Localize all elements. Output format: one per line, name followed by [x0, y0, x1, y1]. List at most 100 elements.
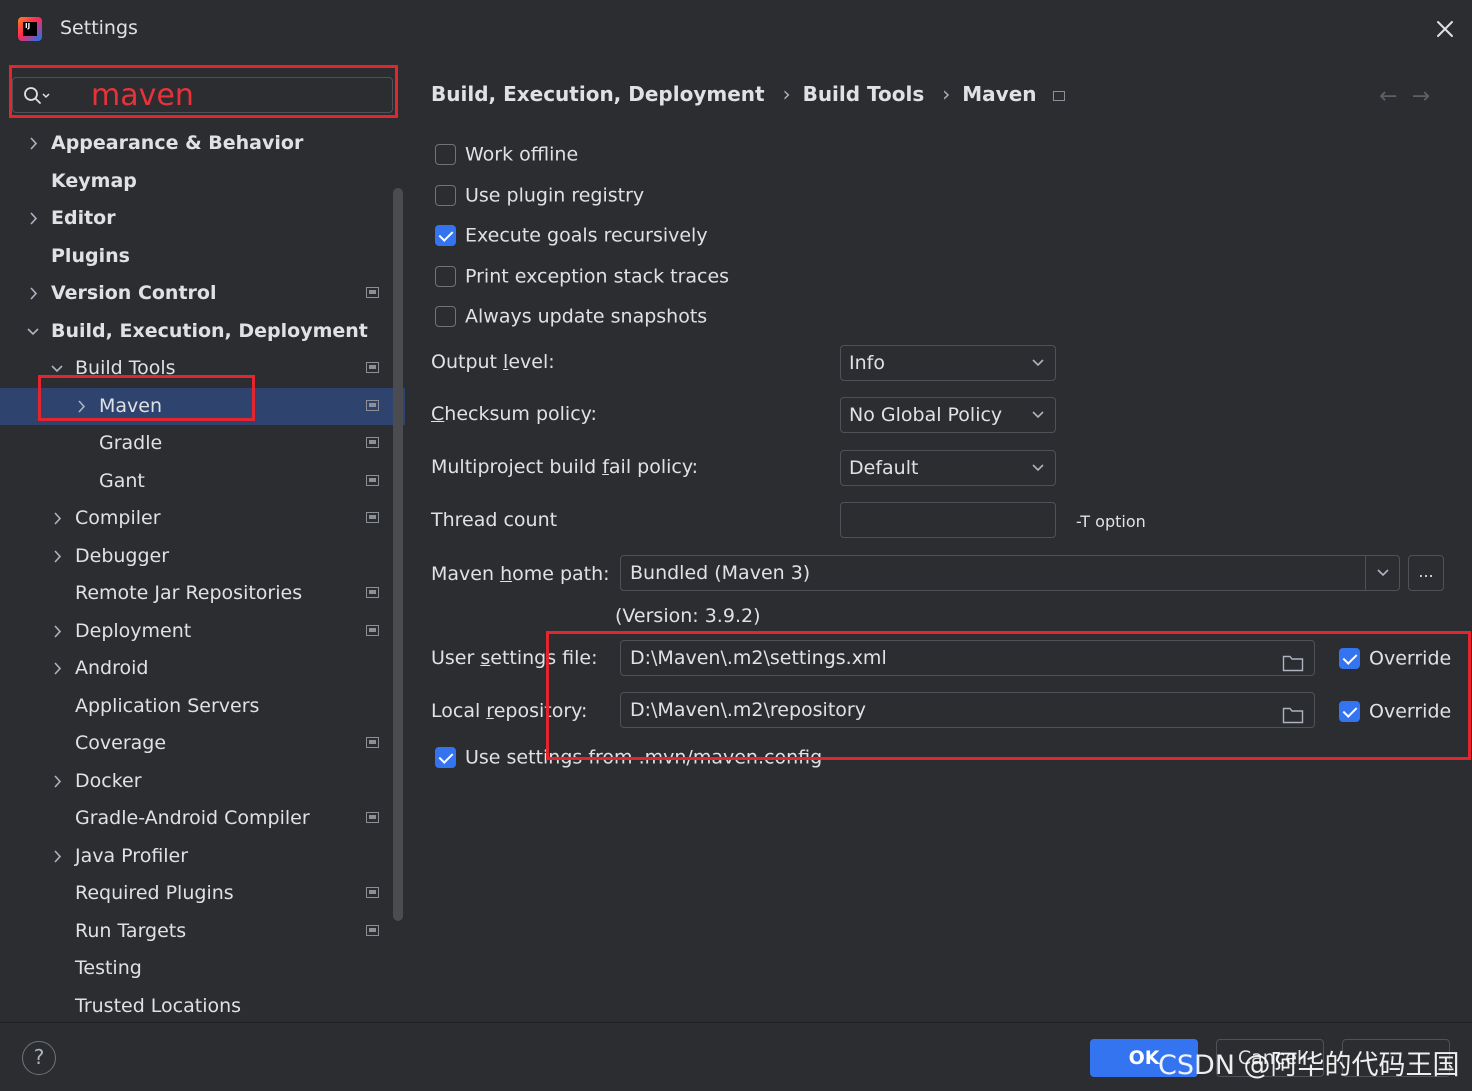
- label-text: ettings file:: [490, 647, 598, 669]
- work-offline-checkbox[interactable]: Work offline: [435, 143, 578, 166]
- checkbox-label: Override: [1369, 700, 1452, 723]
- chevron-right-icon[interactable]: [74, 388, 88, 425]
- help-button[interactable]: ?: [22, 1041, 56, 1075]
- sidebar-item[interactable]: Testing: [0, 950, 405, 987]
- breadcrumb-item[interactable]: Build Tools: [803, 82, 925, 106]
- sidebar-item[interactable]: Maven: [0, 387, 405, 425]
- label-text: Local: [431, 700, 487, 722]
- mnemonic: s: [480, 647, 491, 669]
- sidebar-scrollbar[interactable]: [393, 188, 403, 921]
- checkbox-box[interactable]: [435, 185, 456, 206]
- checkbox-box[interactable]: [435, 144, 456, 165]
- project-scope-icon: [366, 362, 379, 373]
- sidebar-item[interactable]: Application Servers: [0, 688, 405, 725]
- sidebar-item-label: Gradle: [99, 432, 163, 454]
- sidebar-item[interactable]: Editor: [0, 200, 405, 237]
- checkbox-box[interactable]: [435, 747, 456, 768]
- chevron-down-icon[interactable]: [26, 313, 40, 350]
- sidebar-item[interactable]: Deployment: [0, 613, 405, 650]
- checksum-policy-dropdown[interactable]: No Global Policy: [840, 397, 1056, 433]
- plugin-registry-checkbox[interactable]: Use plugin registry: [435, 184, 644, 207]
- back-arrow-icon[interactable]: ←: [1379, 84, 1411, 109]
- folder-icon[interactable]: [1282, 701, 1304, 724]
- project-scope-icon: [366, 812, 379, 823]
- sidebar-item[interactable]: Java Profiler: [0, 838, 405, 875]
- settings-search-input[interactable]: [91, 78, 381, 112]
- chevron-right-icon[interactable]: [26, 200, 40, 237]
- sidebar-item[interactable]: Gradle: [0, 425, 405, 462]
- chevron-right-icon[interactable]: [26, 275, 40, 312]
- chevron-right-icon[interactable]: [50, 650, 64, 687]
- project-scope-icon: [366, 924, 379, 936]
- sidebar-item[interactable]: Docker: [0, 763, 405, 800]
- sidebar-item[interactable]: Trusted Locations: [0, 988, 405, 1025]
- checkbox-box[interactable]: [435, 306, 456, 327]
- sidebar-item[interactable]: Build, Execution, Deployment: [0, 313, 405, 350]
- sidebar-item[interactable]: Required Plugins: [0, 875, 405, 912]
- sidebar-item[interactable]: Version Control: [0, 275, 405, 312]
- browse-maven-home-button[interactable]: ...: [1408, 555, 1444, 591]
- sidebar-item[interactable]: Appearance & Behavior: [0, 125, 405, 162]
- maven-version-label: (Version: 3.9.2): [615, 605, 761, 627]
- sidebar-item[interactable]: Keymap: [0, 163, 405, 200]
- settings-search-box[interactable]: [12, 77, 393, 113]
- forward-arrow-icon[interactable]: →: [1412, 84, 1444, 109]
- sidebar-item[interactable]: Compiler: [0, 500, 405, 537]
- search-icon[interactable]: [23, 86, 53, 110]
- checkbox-box[interactable]: [435, 225, 456, 246]
- chevron-right-icon[interactable]: [26, 125, 40, 162]
- sidebar-item-label: Gant: [99, 469, 145, 492]
- sidebar-item[interactable]: Run Targets: [0, 913, 405, 950]
- chevron-right-icon[interactable]: [50, 763, 64, 800]
- local-repository-input[interactable]: D:\Maven\.m2\repository: [620, 692, 1315, 728]
- maven-home-dropdown[interactable]: Bundled (Maven 3): [620, 555, 1400, 591]
- mnemonic: C: [431, 403, 445, 425]
- update-snapshots-checkbox[interactable]: Always update snapshots: [435, 305, 707, 328]
- sidebar-item-label: Appearance & Behavior: [51, 132, 304, 154]
- sidebar-item-label: Build Tools: [75, 357, 176, 379]
- breadcrumb-item[interactable]: Build, Execution, Deployment: [431, 82, 765, 106]
- chevron-right-icon[interactable]: [50, 500, 64, 537]
- sidebar-item[interactable]: Gant: [0, 463, 405, 500]
- fail-policy-dropdown[interactable]: Default: [840, 450, 1056, 486]
- sidebar-item[interactable]: Debugger: [0, 538, 405, 575]
- sidebar-item-label: Trusted Locations: [75, 994, 242, 1017]
- breadcrumb: Build, Execution, Deployment › Build Tools…: [431, 82, 1071, 106]
- checkbox-box[interactable]: [1339, 701, 1360, 722]
- chevron-right-icon[interactable]: [50, 613, 64, 650]
- sidebar-item-label: Deployment: [75, 619, 192, 642]
- checkbox-box[interactable]: [1339, 648, 1360, 669]
- close-icon[interactable]: [1432, 16, 1458, 42]
- execute-recursively-checkbox[interactable]: Execute goals recursively: [435, 224, 708, 247]
- sidebar-item[interactable]: Plugins: [0, 238, 405, 275]
- print-stack-traces-checkbox[interactable]: Print exception stack traces: [435, 265, 729, 288]
- chevron-right-icon[interactable]: [50, 838, 64, 875]
- chevron-right-icon: ›: [782, 82, 791, 106]
- user-settings-override-checkbox[interactable]: Override: [1339, 647, 1451, 670]
- local-repository-label: Local repository:: [431, 700, 587, 722]
- thread-count-input[interactable]: [840, 502, 1056, 538]
- sidebar-item-label: Editor: [51, 207, 116, 229]
- project-scope-icon: [1052, 90, 1065, 101]
- checkbox-box[interactable]: [435, 266, 456, 287]
- checkbox-label: Always update snapshots: [465, 305, 708, 328]
- chevron-down-icon: [1031, 398, 1045, 445]
- mnemonic: f: [602, 456, 609, 478]
- mnemonic: r: [486, 700, 494, 722]
- user-settings-file-input[interactable]: D:\Maven\.m2\settings.xml: [620, 640, 1315, 676]
- chevron-right-icon[interactable]: [50, 538, 64, 575]
- chevron-down-icon[interactable]: [50, 350, 64, 387]
- project-scope-icon: [366, 287, 379, 298]
- checkbox-label: Override: [1369, 647, 1452, 670]
- checkbox-label: Use settings from .mvn/maven.config: [465, 746, 823, 769]
- folder-icon[interactable]: [1282, 649, 1304, 672]
- sidebar-item[interactable]: Gradle-Android Compiler: [0, 800, 405, 837]
- local-repository-override-checkbox[interactable]: Override: [1339, 700, 1451, 723]
- output-level-dropdown[interactable]: Info: [840, 345, 1056, 381]
- use-mvn-config-checkbox[interactable]: Use settings from .mvn/maven.config: [435, 746, 822, 769]
- sidebar-item[interactable]: Build Tools: [0, 350, 405, 387]
- sidebar-item[interactable]: Remote Jar Repositories: [0, 575, 405, 612]
- sidebar-item[interactable]: Coverage: [0, 725, 405, 762]
- sidebar-item[interactable]: Android: [0, 650, 405, 687]
- window-title: Settings: [60, 17, 138, 39]
